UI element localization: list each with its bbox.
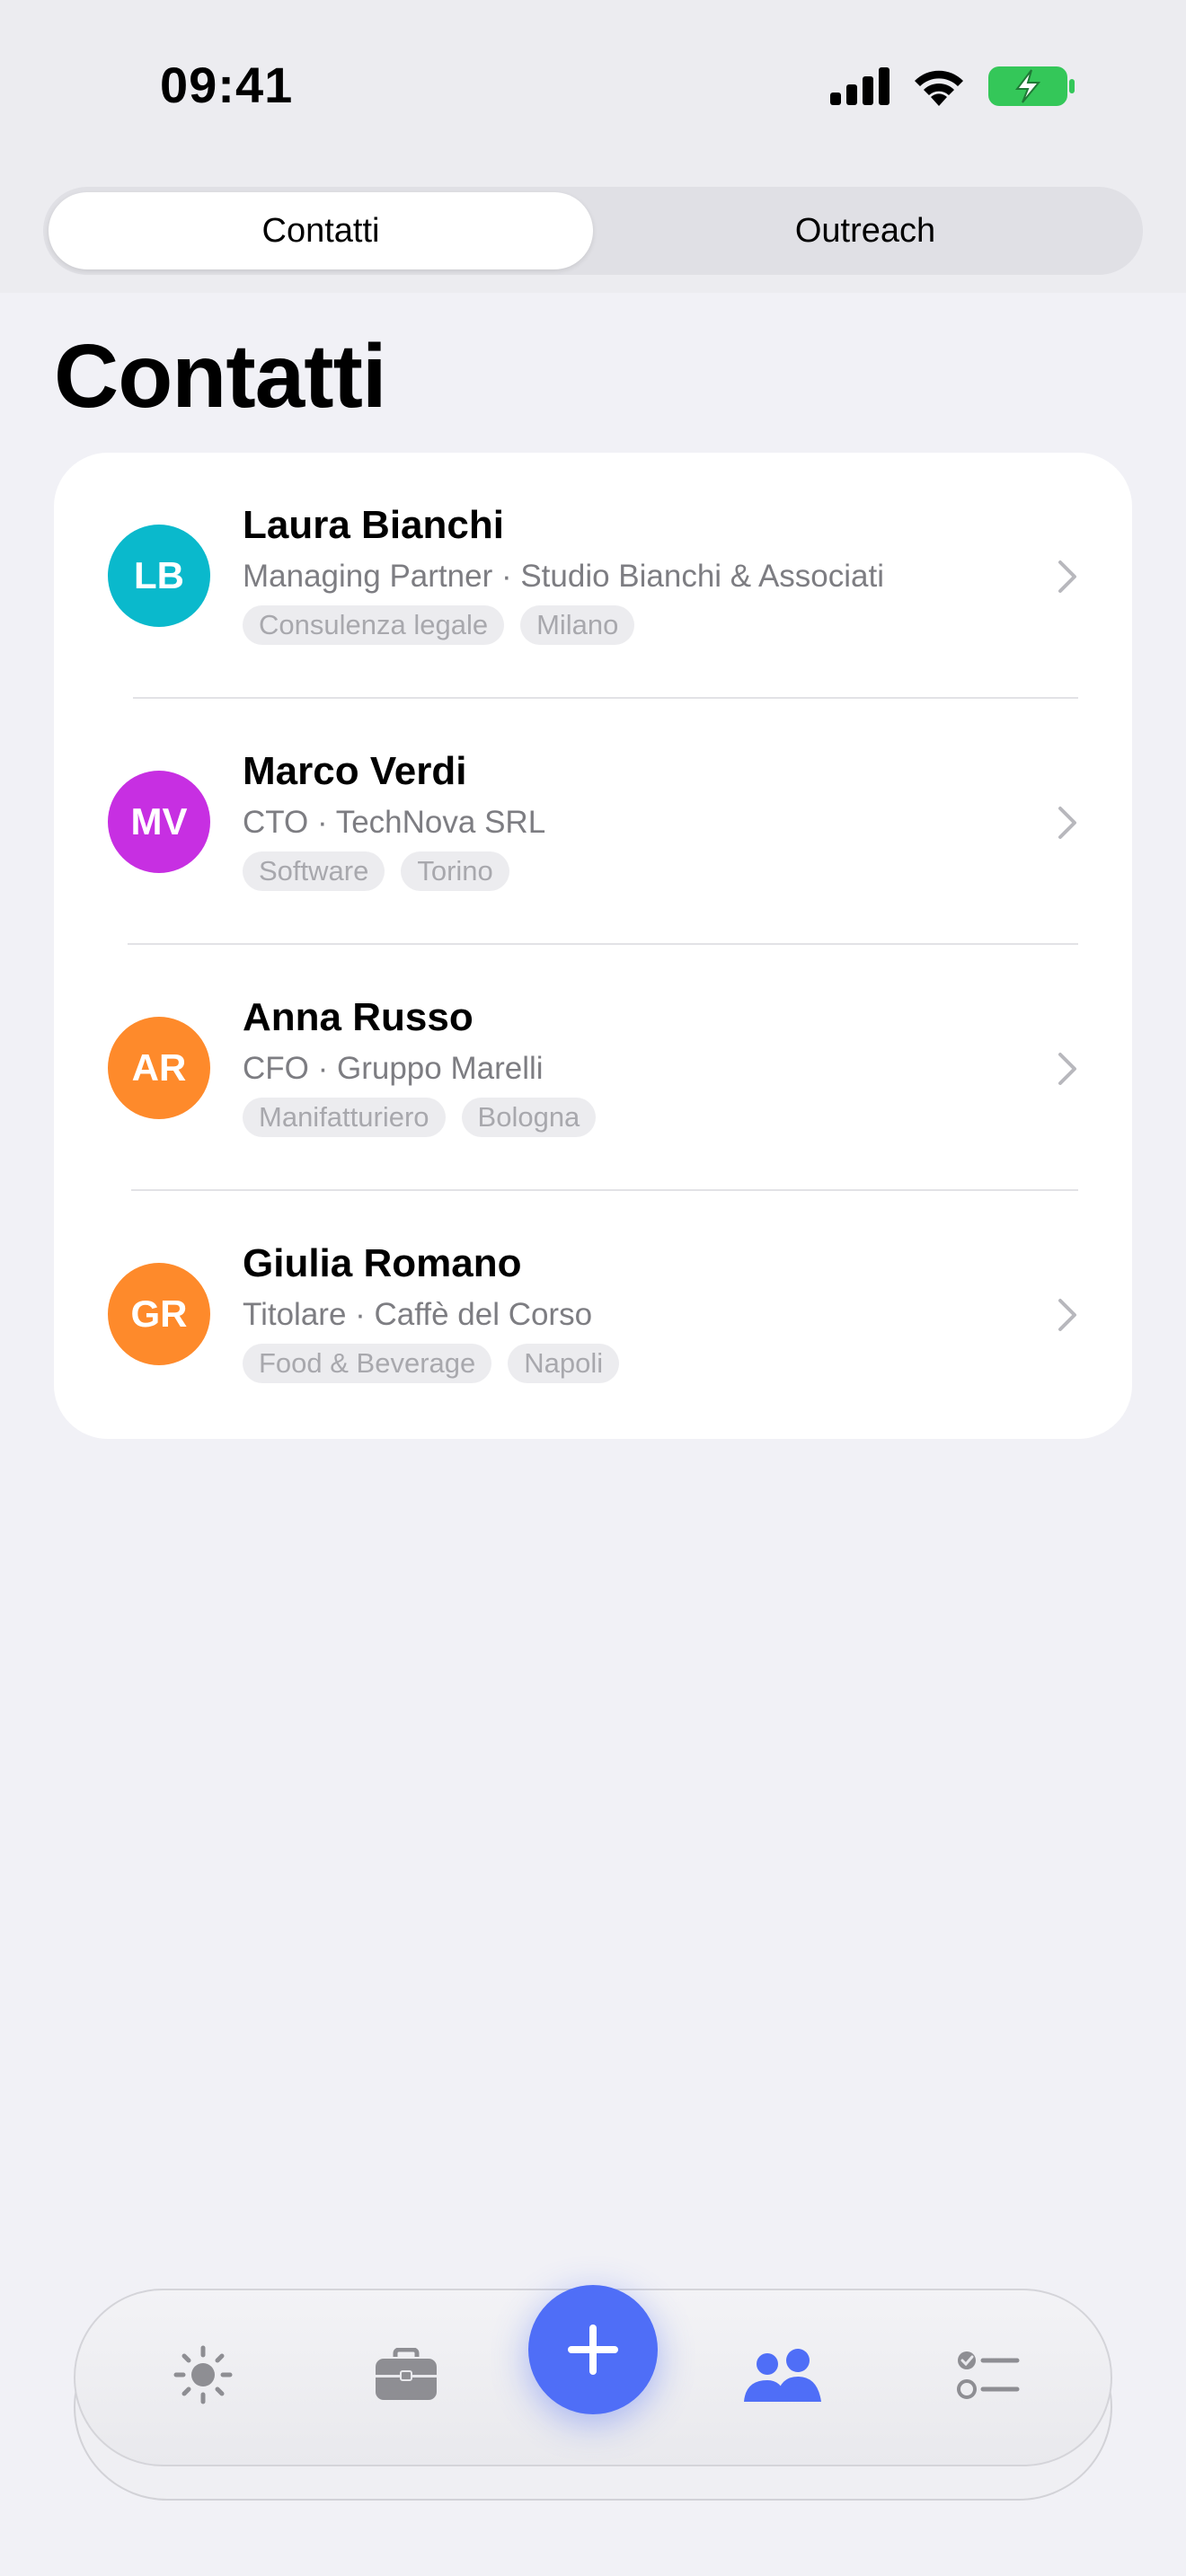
contact-row-anna-russo[interactable]: AR Anna Russo CFO · Gruppo Marelli Manif… bbox=[54, 945, 1132, 1191]
people-icon[interactable] bbox=[740, 2341, 827, 2409]
contact-role-company: CTO · TechNova SRL bbox=[243, 805, 546, 840]
contact-name: Laura Bianchi bbox=[243, 503, 504, 547]
tag-city: Milano bbox=[520, 605, 635, 645]
segmented-control: Contatti Outreach bbox=[43, 187, 1143, 275]
wifi-icon bbox=[915, 70, 963, 106]
contact-name: Marco Verdi bbox=[243, 749, 467, 793]
add-button[interactable] bbox=[528, 2285, 658, 2414]
contact-tags: Manifatturiero Bologna bbox=[243, 1098, 597, 1137]
battery-charging-icon bbox=[988, 66, 1075, 106]
chevron-right-icon bbox=[1058, 807, 1076, 839]
tag-sector: Consulenza legale bbox=[243, 605, 505, 645]
sun-icon[interactable] bbox=[169, 2341, 237, 2409]
contact-name: Anna Russo bbox=[243, 995, 474, 1039]
tag-city: Bologna bbox=[461, 1098, 597, 1137]
plus-icon bbox=[568, 2325, 618, 2375]
contact-role-company: CFO · Gruppo Marelli bbox=[243, 1051, 544, 1086]
contacts-screen: 09:41 Contatti Outreach Contatti LB Laur… bbox=[0, 0, 1186, 2576]
contact-row-laura-bianchi[interactable]: LB Laura Bianchi Managing Partner · Stud… bbox=[54, 453, 1132, 699]
contact-role-company: Managing Partner · Studio Bianchi & Asso… bbox=[243, 559, 884, 594]
segment-contatti[interactable]: Contatti bbox=[49, 192, 593, 269]
chevron-right-icon bbox=[1058, 560, 1076, 593]
checklist-icon[interactable] bbox=[952, 2341, 1024, 2409]
cellular-signal-icon bbox=[830, 67, 890, 105]
briefcase-icon[interactable] bbox=[370, 2341, 442, 2409]
avatar: LB bbox=[108, 525, 210, 627]
tag-sector: Software bbox=[243, 851, 385, 891]
status-time: 09:41 bbox=[160, 57, 294, 113]
tag-sector: Manifatturiero bbox=[243, 1098, 446, 1137]
tag-city: Torino bbox=[401, 851, 509, 891]
contact-role-company: Titolare · Caffè del Corso bbox=[243, 1297, 593, 1332]
status-icons bbox=[830, 65, 1076, 108]
contact-name: Giulia Romano bbox=[243, 1241, 522, 1285]
contact-row-giulia-romano[interactable]: GR Giulia Romano Titolare · Caffè del Co… bbox=[54, 1191, 1132, 1437]
tag-city: Napoli bbox=[508, 1344, 620, 1383]
tag-sector: Food & Beverage bbox=[243, 1344, 492, 1383]
avatar: MV bbox=[108, 771, 210, 873]
chevron-right-icon bbox=[1058, 1299, 1076, 1331]
contact-tags: Food & Beverage Napoli bbox=[243, 1344, 620, 1383]
segment-outreach[interactable]: Outreach bbox=[593, 192, 1137, 269]
avatar: AR bbox=[108, 1017, 210, 1119]
chevron-right-icon bbox=[1058, 1053, 1076, 1085]
contact-tags: Software Torino bbox=[243, 851, 509, 891]
contacts-list: LB Laura Bianchi Managing Partner · Stud… bbox=[54, 453, 1132, 1439]
contact-row-marco-verdi[interactable]: MV Marco Verdi CTO · TechNova SRL Softwa… bbox=[54, 699, 1132, 945]
page-title: Contatti bbox=[54, 326, 387, 427]
avatar: GR bbox=[108, 1263, 210, 1365]
status-bar: 09:41 bbox=[0, 0, 1186, 180]
contact-tags: Consulenza legale Milano bbox=[243, 605, 635, 645]
